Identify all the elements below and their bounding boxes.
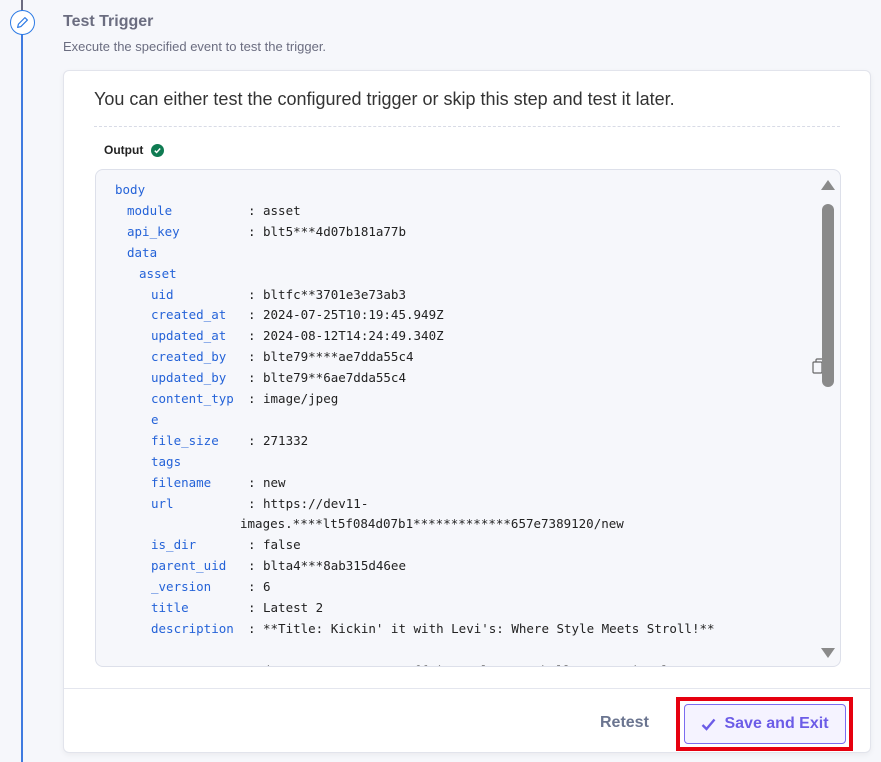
output-key: created_by bbox=[151, 349, 227, 365]
output-key: updated_at bbox=[151, 328, 227, 344]
output-key: data bbox=[127, 244, 158, 260]
output-key: e bbox=[151, 411, 159, 427]
step-indicator bbox=[10, 10, 35, 35]
key-value-separator: : bbox=[248, 600, 256, 615]
footer-divider bbox=[64, 688, 870, 689]
key-value-separator: : bbox=[248, 558, 256, 574]
output-value-continuation: Ready to strut your stuff in style? Say … bbox=[240, 660, 707, 666]
output-value: new bbox=[263, 474, 286, 490]
key-value-separator: : bbox=[248, 620, 256, 636]
output-key: content_typ bbox=[151, 391, 234, 406]
output-value: false bbox=[263, 537, 301, 553]
key-value-separator: : bbox=[248, 286, 256, 302]
output-key: is_dir bbox=[151, 537, 197, 553]
output-value: blte79****ae7dda55c4 bbox=[263, 349, 414, 365]
step-title: Test Trigger bbox=[63, 13, 154, 30]
output-value: 6 bbox=[263, 579, 271, 595]
divider bbox=[94, 126, 840, 127]
output-code-panel[interactable]: body module: asset api_key: blt5***4d07b181a… bbox=[95, 169, 841, 667]
scrollbar[interactable] bbox=[821, 180, 835, 658]
output-key: _version bbox=[151, 579, 212, 595]
output-header: Output bbox=[104, 143, 165, 157]
checkmark-icon bbox=[702, 718, 716, 731]
output-key: file_size bbox=[151, 432, 219, 448]
output-key: api_key bbox=[127, 223, 180, 239]
scroll-up-arrow-icon[interactable] bbox=[821, 180, 835, 190]
intro-text: You can either test the configured trigg… bbox=[94, 89, 675, 109]
key-value-separator: : bbox=[248, 349, 256, 365]
scrollbar-thumb[interactable] bbox=[822, 204, 834, 387]
output-key: body bbox=[115, 182, 146, 197]
output-key: created_at bbox=[151, 307, 227, 323]
output-value: 2024-08-12T14:24:49.340Z bbox=[263, 328, 444, 344]
output-value-continuation: images.****lt5f084d07b1*************657e… bbox=[240, 516, 624, 532]
success-check-icon bbox=[151, 143, 165, 157]
key-value-separator: : bbox=[248, 223, 256, 239]
key-value-separator: : bbox=[248, 474, 256, 490]
output-key: title bbox=[151, 600, 189, 615]
output-value: 271332 bbox=[263, 432, 309, 448]
key-value-separator: : bbox=[248, 391, 256, 406]
key-value-separator: : bbox=[248, 495, 256, 511]
output-label: Output bbox=[104, 143, 144, 157]
output-key: parent_uid bbox=[151, 558, 227, 574]
step-subtitle: Execute the specified event to test the … bbox=[63, 39, 327, 54]
output-key: tags bbox=[151, 453, 182, 469]
output-value: **Title: Kickin' it with Levi's: Where S… bbox=[263, 620, 715, 636]
key-value-separator: : bbox=[248, 579, 256, 595]
output-value: blta4***8ab315d46ee bbox=[263, 558, 406, 574]
output-value: blte79**6ae7dda55c4 bbox=[263, 370, 406, 386]
pencil-icon bbox=[17, 17, 28, 28]
output-value: https://dev11- bbox=[263, 495, 369, 511]
save-and-exit-label: Save and Exit bbox=[724, 715, 829, 732]
key-value-separator: : bbox=[248, 202, 256, 218]
output-value: Latest 2 bbox=[263, 600, 324, 615]
key-value-separator: : bbox=[248, 307, 256, 323]
output-value: asset bbox=[263, 202, 301, 218]
output-key: description bbox=[151, 620, 234, 636]
output-key: asset bbox=[139, 265, 177, 281]
key-value-separator: : bbox=[248, 537, 256, 553]
output-key: url bbox=[151, 495, 174, 511]
timeline-line bbox=[21, 0, 23, 762]
key-value-separator: : bbox=[248, 370, 256, 386]
key-value-separator: : bbox=[248, 328, 256, 344]
output-value: 2024-07-25T10:19:45.949Z bbox=[263, 307, 444, 323]
output-key: module bbox=[127, 202, 173, 218]
key-value-separator: : bbox=[248, 432, 256, 448]
timeline-line-previous bbox=[21, 0, 23, 10]
output-key: filename bbox=[151, 474, 212, 490]
retest-button[interactable]: Retest bbox=[600, 714, 649, 732]
output-value: bltfc**3701e3e73ab3 bbox=[263, 286, 406, 302]
save-and-exit-button[interactable]: Save and Exit bbox=[684, 704, 846, 744]
scroll-down-arrow-icon[interactable] bbox=[821, 648, 835, 658]
test-trigger-card: You can either test the configured trigg… bbox=[63, 70, 871, 753]
output-key: updated_by bbox=[151, 370, 227, 386]
output-key: uid bbox=[151, 286, 174, 302]
output-value: blt5***4d07b181a77b bbox=[263, 223, 406, 239]
output-value: image/jpeg bbox=[263, 391, 339, 406]
